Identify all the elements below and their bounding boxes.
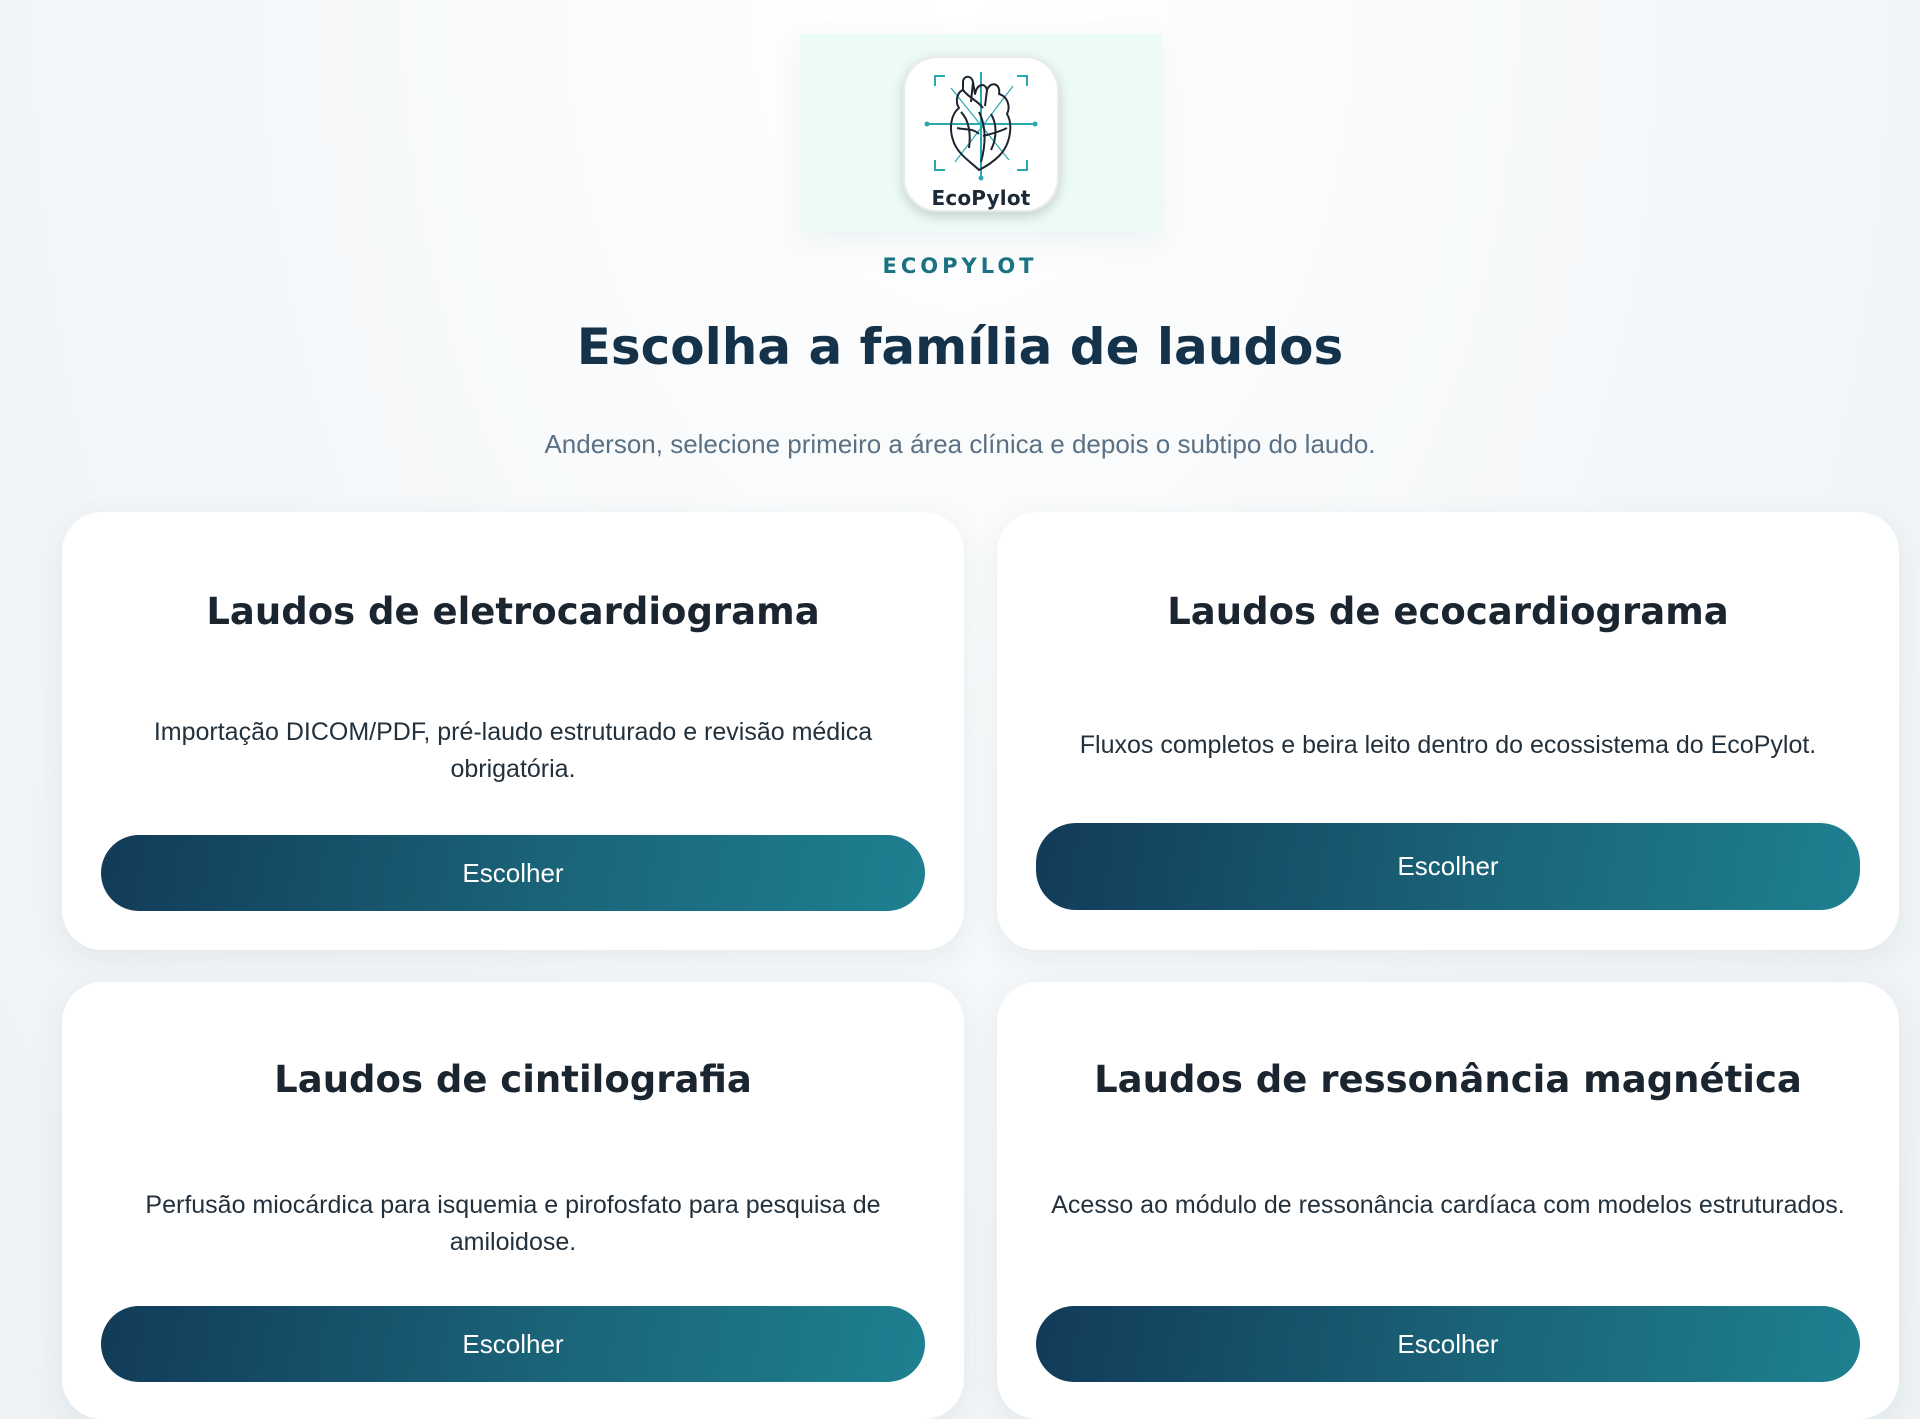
brand-name: ECOPYLOT <box>882 254 1038 278</box>
logo-wordmark: EcoPylot <box>931 186 1031 210</box>
choose-button-cintilografia[interactable]: Escolher <box>101 1306 925 1382</box>
card-title: Laudos de cintilografia <box>274 1058 752 1101</box>
app-logo: EcoPylot <box>903 56 1059 212</box>
card-eletrocardiograma: Laudos de eletrocardiograma Importação D… <box>62 512 964 950</box>
choose-button-ecocardiograma[interactable]: Escolher <box>1036 823 1860 910</box>
card-description: Perfusão miocárdica para isquemia e piro… <box>145 1191 881 1256</box>
choose-button-ressonancia-magnetica[interactable]: Escolher <box>1036 1306 1860 1382</box>
card-description: Fluxos completos e beira leito dentro do… <box>1079 731 1817 759</box>
card-cintilografia: Laudos de cintilografia Perfusão miocárd… <box>62 982 964 1419</box>
card-title: Laudos de eletrocardiograma <box>206 590 820 633</box>
heart-anatomy-icon <box>924 72 1038 181</box>
card-description: Importação DICOM/PDF, pré-laudo estrutur… <box>153 718 873 783</box>
card-ressonancia-magnetica: Laudos de ressonância magnética Acesso a… <box>997 982 1899 1419</box>
card-ecocardiograma: Laudos de ecocardiograma Fluxos completo… <box>997 512 1899 950</box>
choose-button-eletrocardiograma[interactable]: Escolher <box>101 835 925 911</box>
page-title: Escolha a família de laudos <box>576 318 1344 376</box>
card-title: Laudos de ressonância magnética <box>1094 1058 1802 1101</box>
card-title: Laudos de ecocardiograma <box>1167 590 1729 633</box>
logo-container: EcoPylot <box>800 34 1162 232</box>
page-subtitle: Anderson, selecione primeiro a área clín… <box>544 429 1376 459</box>
card-description: Acesso ao módulo de ressonância cardíaca… <box>1051 1191 1845 1219</box>
